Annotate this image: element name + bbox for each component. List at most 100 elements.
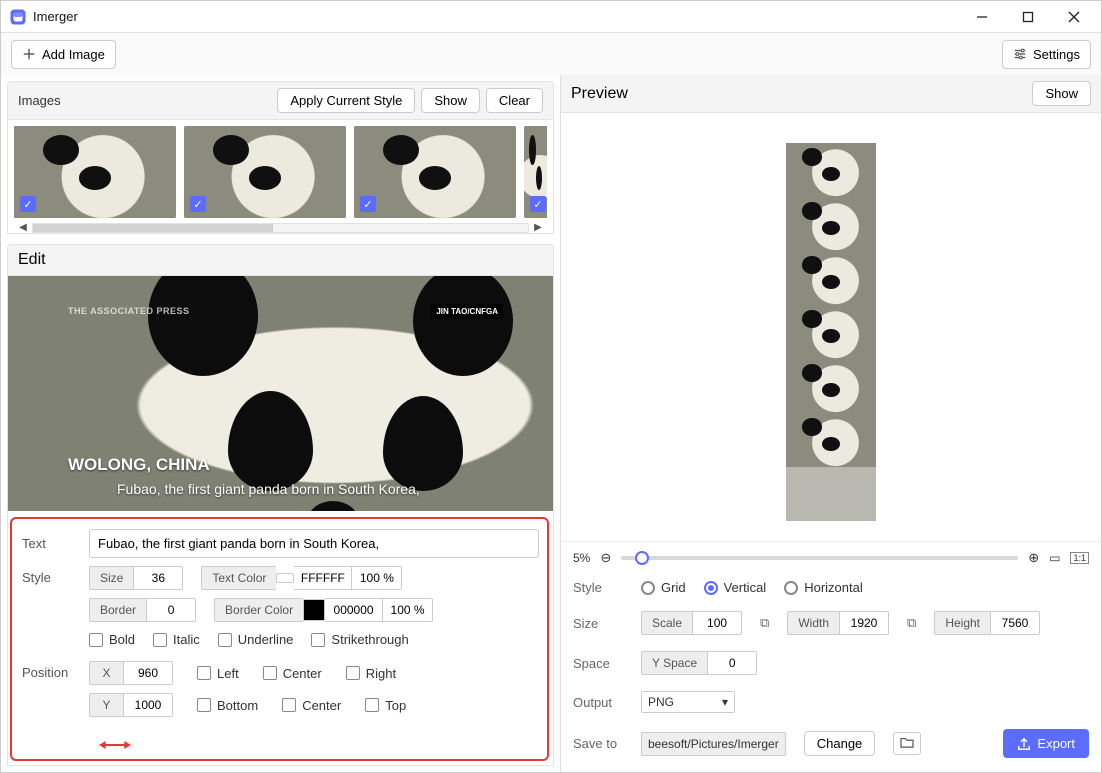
plus-icon bbox=[22, 47, 36, 61]
scale-input[interactable] bbox=[692, 611, 742, 635]
image-thumbnail[interactable]: ✓ bbox=[184, 126, 346, 218]
settings-button[interactable]: Settings bbox=[1002, 40, 1091, 69]
fit-window-icon[interactable]: ▭ bbox=[1049, 551, 1060, 565]
check-icon: ✓ bbox=[20, 196, 36, 212]
align-center-h-checkbox[interactable]: Center bbox=[263, 666, 322, 681]
window-minimize-button[interactable] bbox=[959, 3, 1005, 31]
images-show-button[interactable]: Show bbox=[421, 88, 480, 113]
app-logo-icon bbox=[9, 8, 27, 26]
border-color-swatch[interactable] bbox=[303, 599, 325, 621]
preview-slice bbox=[786, 305, 876, 359]
style-row-label: Style bbox=[573, 580, 623, 595]
width-input[interactable] bbox=[839, 611, 889, 635]
link-icon[interactable]: ⧉ bbox=[760, 615, 769, 631]
image-thumbnail-row: ✓ ✓ ✓ ✓ bbox=[14, 126, 547, 218]
edit-canvas[interactable]: THE ASSOCIATED PRESS JIN TAO/CNFGA WOLON… bbox=[8, 276, 553, 511]
zoom-in-icon[interactable]: ⊕ bbox=[1028, 550, 1039, 566]
zoom-percent-label: 5% bbox=[573, 551, 590, 565]
bold-checkbox[interactable]: Bold bbox=[89, 632, 135, 647]
italic-checkbox[interactable]: Italic bbox=[153, 632, 200, 647]
position-x-input[interactable] bbox=[123, 661, 173, 685]
output-format-select[interactable]: PNG▾ bbox=[641, 691, 735, 713]
window-maximize-button[interactable] bbox=[1005, 3, 1051, 31]
align-left-checkbox[interactable]: Left bbox=[197, 666, 239, 681]
edit-section-title: Edit bbox=[18, 251, 46, 268]
text-color-hex-input[interactable] bbox=[294, 566, 352, 590]
scroll-left-icon[interactable]: ◀ bbox=[14, 222, 32, 233]
font-size-input[interactable] bbox=[133, 566, 183, 590]
preview-show-button[interactable]: Show bbox=[1032, 81, 1091, 106]
save-path-display: beesoft/Pictures/Imerger bbox=[641, 732, 786, 756]
caption-text: Fubao, the first giant panda born in Sou… bbox=[117, 481, 420, 497]
check-icon: ✓ bbox=[530, 196, 546, 212]
preview-section-title: Preview bbox=[571, 85, 628, 103]
text-color-chip: Text Color bbox=[201, 566, 276, 590]
preview-slice bbox=[786, 251, 876, 305]
preview-slice bbox=[786, 467, 876, 521]
app-title: Imerger bbox=[33, 9, 78, 24]
underline-checkbox[interactable]: Underline bbox=[218, 632, 294, 647]
window-close-button[interactable] bbox=[1051, 3, 1097, 31]
border-color-chip: Border Color bbox=[214, 598, 303, 622]
caption-text-input[interactable] bbox=[89, 529, 539, 558]
save-to-row-label: Save to bbox=[573, 736, 623, 751]
align-right-checkbox[interactable]: Right bbox=[346, 666, 396, 681]
add-image-label: Add Image bbox=[42, 47, 105, 62]
align-bottom-checkbox[interactable]: Bottom bbox=[197, 698, 258, 713]
watermark-top-right: JIN TAO/CNFGA bbox=[431, 304, 503, 319]
folder-icon[interactable] bbox=[893, 732, 921, 755]
text-label: Text bbox=[22, 536, 77, 551]
image-thumbnail[interactable]: ✓ bbox=[524, 126, 547, 218]
output-row-label: Output bbox=[573, 695, 623, 710]
strikethrough-checkbox[interactable]: Strikethrough bbox=[311, 632, 408, 647]
scroll-handle[interactable] bbox=[33, 224, 273, 232]
border-color-opacity-input[interactable] bbox=[383, 598, 433, 622]
apply-current-style-button[interactable]: Apply Current Style bbox=[277, 88, 415, 113]
border-color-hex-input[interactable] bbox=[325, 598, 383, 622]
change-path-button[interactable]: Change bbox=[804, 731, 876, 756]
images-section-title: Images bbox=[18, 93, 61, 108]
size-chip: Size bbox=[89, 566, 133, 590]
style-horizontal-radio[interactable]: Horizontal bbox=[784, 580, 863, 595]
image-thumbnail[interactable]: ✓ bbox=[354, 126, 516, 218]
link-icon[interactable]: ⧉ bbox=[907, 615, 916, 631]
images-section-header: Images Apply Current Style Show Clear bbox=[7, 81, 554, 120]
scale-chip: Scale bbox=[641, 611, 692, 635]
caption-location: WOLONG, CHINA bbox=[68, 455, 210, 475]
original-size-icon[interactable]: 1:1 bbox=[1070, 552, 1089, 564]
yspace-input[interactable] bbox=[707, 651, 757, 675]
height-chip: Height bbox=[934, 611, 990, 635]
height-input[interactable] bbox=[990, 611, 1040, 635]
style-vertical-radio[interactable]: Vertical bbox=[704, 580, 767, 595]
position-label: Position bbox=[22, 661, 77, 680]
check-icon: ✓ bbox=[360, 196, 376, 212]
scroll-right-icon[interactable]: ▶ bbox=[529, 222, 547, 233]
settings-label: Settings bbox=[1033, 47, 1080, 62]
border-width-input[interactable] bbox=[146, 598, 196, 622]
preview-slice bbox=[786, 359, 876, 413]
position-y-input[interactable] bbox=[123, 693, 173, 717]
export-icon bbox=[1017, 737, 1031, 751]
annotation-arrow-icon bbox=[98, 737, 132, 753]
titlebar: Imerger bbox=[1, 1, 1101, 33]
preview-slice bbox=[786, 197, 876, 251]
text-color-opacity-input[interactable] bbox=[352, 566, 402, 590]
edit-properties-panel: Text Style Size Text Color bbox=[10, 517, 549, 761]
zoom-slider[interactable] bbox=[621, 556, 1018, 560]
images-clear-button[interactable]: Clear bbox=[486, 88, 543, 113]
check-icon: ✓ bbox=[190, 196, 206, 212]
style-label: Style bbox=[22, 566, 77, 585]
x-chip: X bbox=[89, 661, 123, 685]
zoom-out-icon[interactable]: ⊖ bbox=[600, 550, 611, 566]
image-thumbnail[interactable]: ✓ bbox=[14, 126, 176, 218]
border-chip: Border bbox=[89, 598, 146, 622]
export-button[interactable]: Export bbox=[1003, 729, 1089, 758]
size-row-label: Size bbox=[573, 616, 623, 631]
align-top-checkbox[interactable]: Top bbox=[365, 698, 406, 713]
add-image-button[interactable]: Add Image bbox=[11, 40, 116, 69]
preview-canvas[interactable] bbox=[561, 113, 1101, 541]
thumbnail-scrollbar[interactable]: ◀ ▶ bbox=[14, 222, 547, 233]
style-grid-radio[interactable]: Grid bbox=[641, 580, 686, 595]
width-chip: Width bbox=[787, 611, 839, 635]
align-center-v-checkbox[interactable]: Center bbox=[282, 698, 341, 713]
